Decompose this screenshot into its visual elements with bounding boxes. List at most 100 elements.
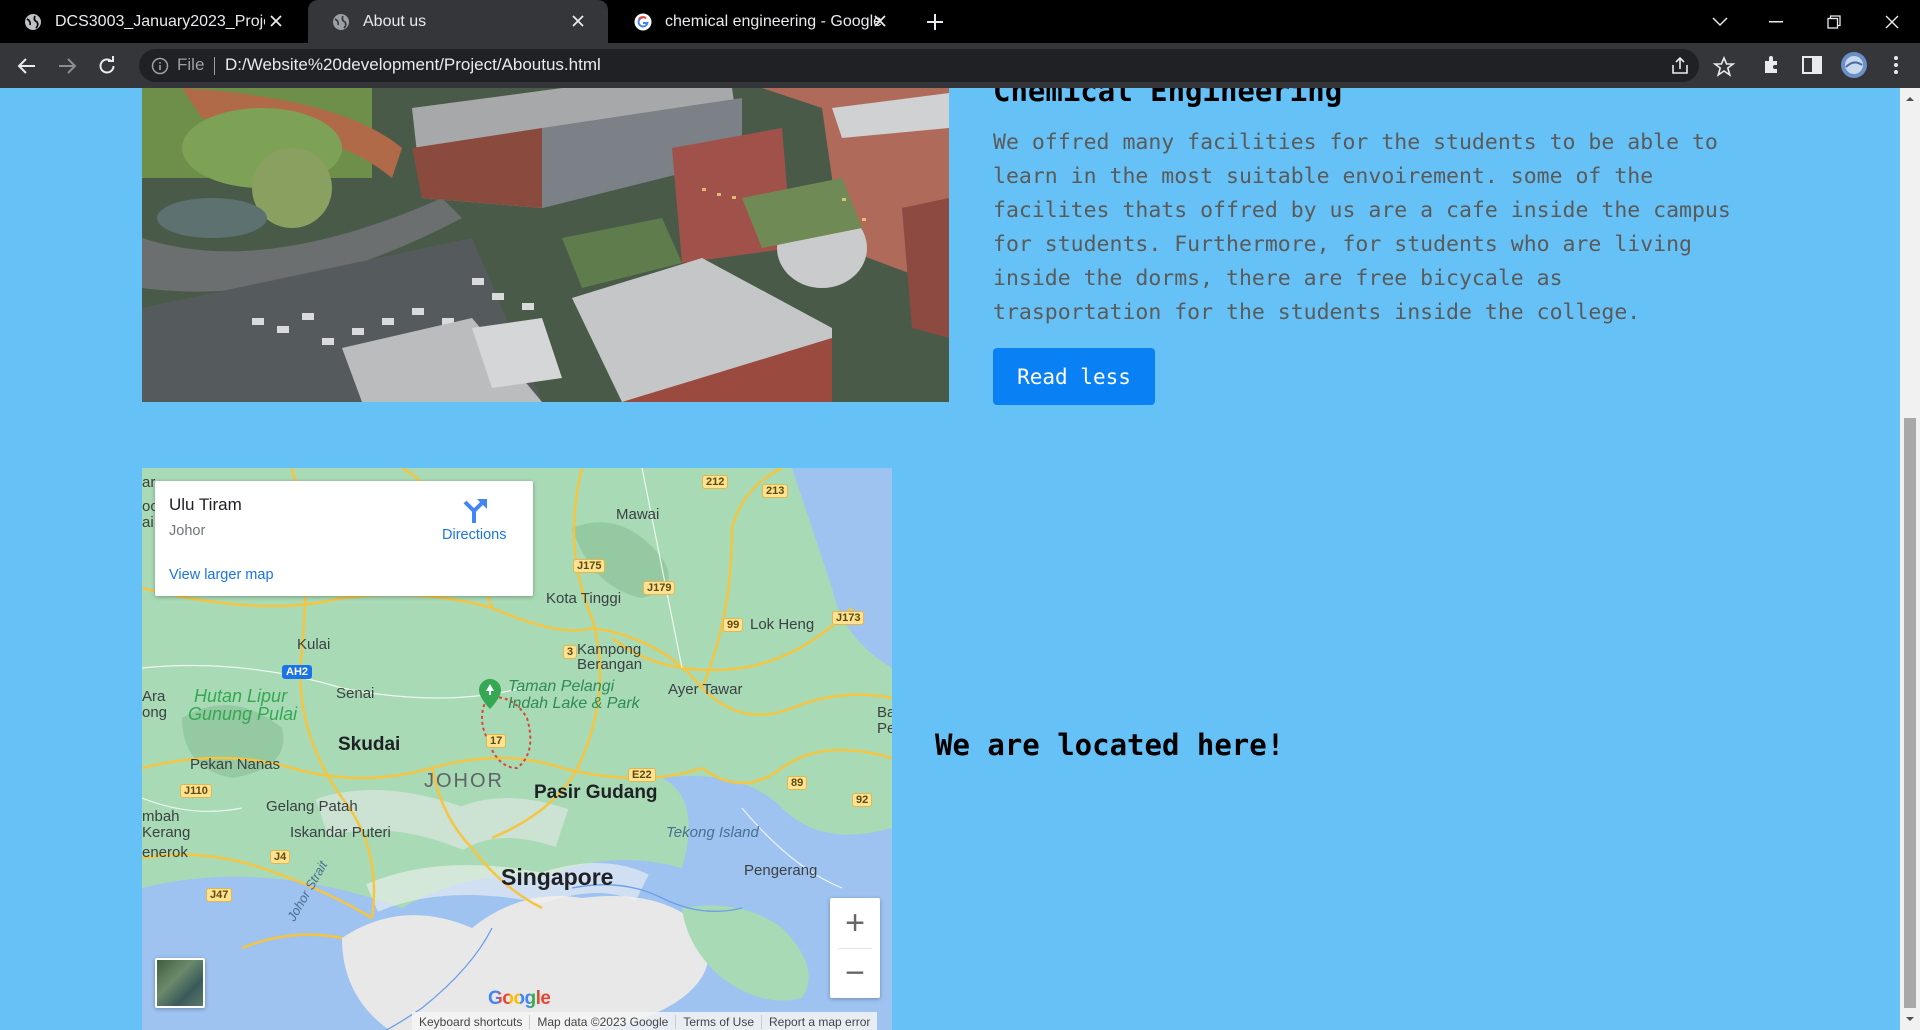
road-shield: E22 bbox=[628, 768, 656, 782]
divider bbox=[214, 57, 215, 75]
map-label: Skudai bbox=[338, 734, 401, 755]
report-error-link[interactable]: Report a map error bbox=[761, 1015, 877, 1029]
map-label: mbah bbox=[142, 808, 180, 825]
map-label: ar bbox=[142, 474, 156, 491]
scroll-down-icon[interactable] bbox=[1905, 1014, 1915, 1024]
scroll-thumb[interactable] bbox=[1904, 418, 1916, 1008]
map-label: Iskandar Puteri bbox=[290, 824, 391, 841]
scrollbar[interactable] bbox=[1900, 88, 1920, 1030]
forward-icon[interactable] bbox=[52, 51, 82, 81]
directions-icon[interactable] bbox=[460, 495, 492, 525]
tab-title: DCS3003_January2023_Project.pdf bbox=[55, 12, 265, 30]
tab-google-search[interactable]: chemical engineering - Google Search bbox=[610, 0, 910, 43]
road-shield: 99 bbox=[723, 618, 744, 632]
tab-title: chemical engineering - Google Search bbox=[665, 12, 883, 30]
minimize-icon[interactable] bbox=[1748, 0, 1804, 43]
road-shield: 213 bbox=[762, 484, 789, 498]
avatar[interactable] bbox=[1840, 51, 1868, 79]
page-content: Chemical Engineering We offred many faci… bbox=[0, 88, 1900, 1030]
share-icon[interactable] bbox=[1669, 55, 1691, 77]
place-title: Ulu Tiram bbox=[169, 495, 242, 514]
tab-search-icon[interactable] bbox=[1692, 0, 1748, 43]
map-label: Berangan bbox=[577, 656, 643, 673]
tab-title: About us bbox=[363, 12, 427, 30]
tab-strip: DCS3003_January2023_Project.pdf About us… bbox=[0, 0, 1920, 43]
back-icon[interactable] bbox=[12, 51, 42, 81]
satellite-layer-toggle[interactable] bbox=[155, 958, 205, 1008]
close-tab-icon[interactable] bbox=[870, 11, 890, 31]
info-icon[interactable] bbox=[151, 57, 169, 75]
new-tab-icon[interactable] bbox=[923, 10, 947, 34]
google-logo: Google bbox=[488, 988, 551, 1010]
map-label: Gunung Pulai bbox=[188, 704, 298, 724]
map-label: Tekong Island bbox=[666, 824, 759, 841]
map-label: Indah Lake & Park bbox=[508, 695, 640, 712]
restore-icon[interactable] bbox=[1806, 0, 1862, 43]
globe-icon bbox=[333, 13, 349, 30]
map-label: Singapore bbox=[501, 864, 614, 890]
reload-icon[interactable] bbox=[92, 51, 122, 81]
road-shield: 92 bbox=[852, 793, 873, 807]
road-shield: J47 bbox=[206, 888, 233, 902]
campus-photo bbox=[142, 88, 949, 402]
zoom-in-button[interactable]: + bbox=[830, 898, 880, 948]
road-shield: 17 bbox=[486, 734, 507, 748]
road-shield: J110 bbox=[180, 784, 212, 798]
browser-toolbar: File D:/Website%20development/Project/Ab… bbox=[0, 43, 1920, 88]
close-tab-icon[interactable] bbox=[568, 11, 588, 31]
map-label: Gelang Patah bbox=[266, 798, 358, 815]
map-label: Pasir Gudang bbox=[534, 782, 658, 803]
read-less-button[interactable]: Read less bbox=[993, 348, 1155, 405]
map-label: ai bbox=[142, 514, 154, 531]
close-window-icon[interactable] bbox=[1864, 0, 1920, 43]
road-shield: 212 bbox=[702, 475, 729, 489]
section-heading: Chemical Engineering bbox=[993, 88, 1343, 108]
map-data-text: Map data ©2023 Google bbox=[529, 1015, 675, 1029]
map-label: Per bbox=[877, 720, 892, 737]
keyboard-shortcuts-link[interactable]: Keyboard shortcuts bbox=[412, 1015, 529, 1029]
scheme-label: File bbox=[177, 55, 205, 74]
map-label: Taman Pelangi bbox=[508, 678, 615, 695]
tab-pdf[interactable]: DCS3003_January2023_Project.pdf bbox=[0, 0, 306, 43]
close-tab-icon[interactable] bbox=[266, 11, 286, 31]
directions-link[interactable]: Directions bbox=[442, 527, 506, 543]
place-region: Johor bbox=[169, 523, 206, 539]
road-shield: J179 bbox=[643, 581, 676, 595]
side-panel-icon[interactable] bbox=[1800, 53, 1824, 77]
map-label: JOHOR bbox=[424, 770, 504, 792]
globe-icon bbox=[25, 13, 41, 30]
map-label: Ayer Tawar bbox=[668, 681, 743, 698]
scroll-up-icon[interactable] bbox=[1905, 94, 1915, 104]
menu-kebab-icon[interactable] bbox=[1884, 53, 1908, 77]
google-icon bbox=[634, 13, 652, 30]
google-logo-text: Google bbox=[488, 988, 551, 1009]
extensions-icon[interactable] bbox=[1760, 53, 1784, 77]
map-label: Mawai bbox=[616, 506, 660, 523]
location-heading: We are located here! bbox=[935, 728, 1285, 762]
road-shield: J173 bbox=[832, 611, 865, 625]
url-text[interactable]: D:/Website%20development/Project/Aboutus… bbox=[225, 55, 601, 75]
terms-link[interactable]: Terms of Use bbox=[675, 1015, 761, 1029]
map-label: Ba bbox=[877, 704, 892, 721]
embedded-map[interactable]: Mawai Kota Tinggi Lok Heng Kulai Kampong… bbox=[142, 468, 892, 1030]
bookmark-star-icon[interactable] bbox=[1712, 55, 1736, 79]
map-label: Ara bbox=[142, 688, 166, 705]
description-text: We offred many facilities for the studen… bbox=[993, 130, 1731, 325]
view-larger-map-link[interactable]: View larger map bbox=[169, 567, 274, 583]
map-label: Pekan Nanas bbox=[190, 756, 281, 773]
map-label: Senai bbox=[336, 685, 375, 702]
place-card: Ulu Tiram Johor View larger map Directio… bbox=[155, 481, 533, 596]
map-label: Kulai bbox=[297, 636, 331, 653]
map-label: enerok bbox=[142, 844, 188, 861]
zoom-out-button[interactable]: − bbox=[830, 948, 880, 998]
tab-about-us[interactable]: About us bbox=[308, 0, 608, 43]
road-shield: 3 bbox=[563, 645, 578, 659]
map-label: ong bbox=[142, 704, 168, 721]
road-shield: 89 bbox=[787, 776, 808, 790]
map-label: Pengerang bbox=[744, 862, 818, 879]
zoom-control: + − bbox=[830, 898, 880, 998]
road-shield: AH2 bbox=[282, 665, 313, 679]
map-label: Kota Tinggi bbox=[546, 590, 622, 607]
address-bar[interactable]: File D:/Website%20development/Project/Ab… bbox=[139, 49, 1699, 82]
map-label: Lok Heng bbox=[750, 616, 815, 633]
